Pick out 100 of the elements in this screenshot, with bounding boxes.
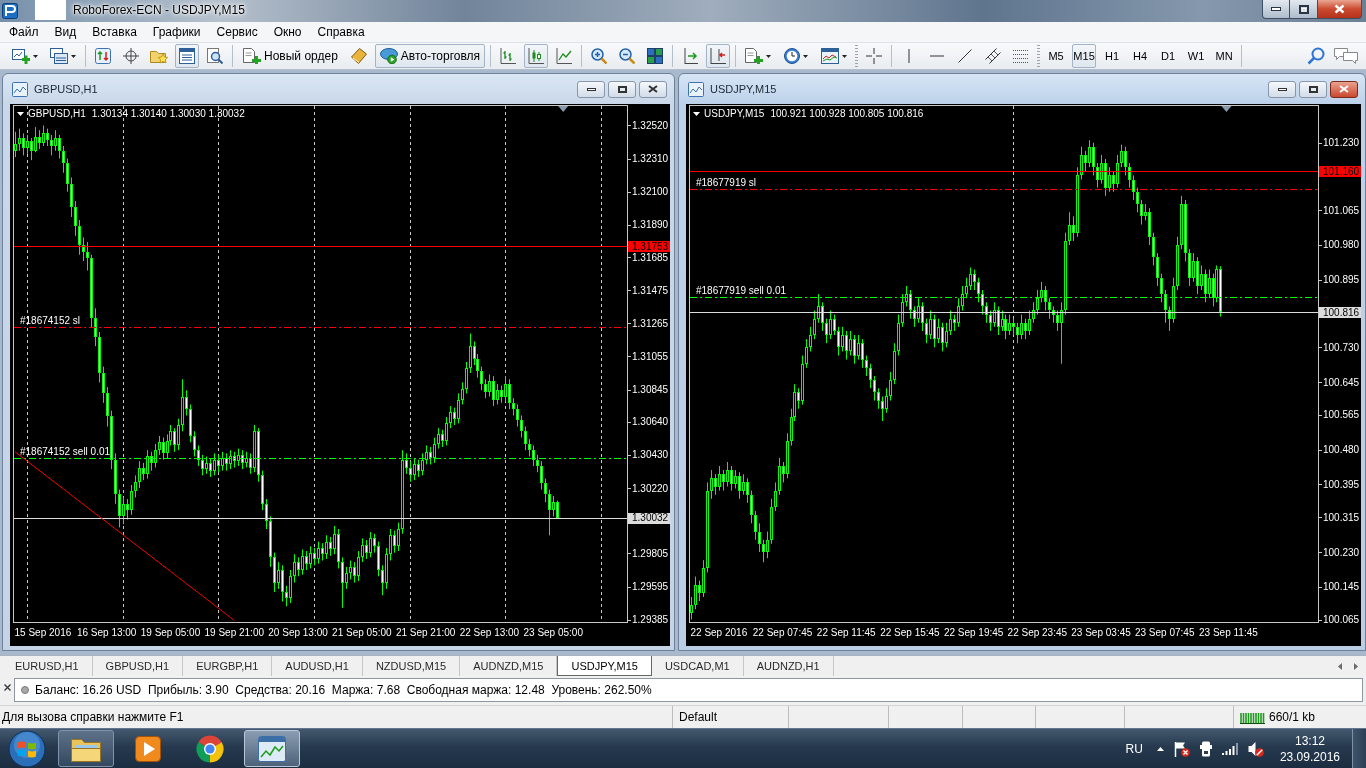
terminal-button[interactable] bbox=[175, 44, 199, 68]
time-label: 22 Sep 07:45 bbox=[752, 627, 813, 638]
timeframe-button[interactable]: H1 bbox=[1100, 44, 1125, 68]
order-label: #18674152 sl bbox=[20, 314, 81, 326]
candle-wick bbox=[1209, 269, 1210, 299]
candle-wick bbox=[994, 301, 995, 328]
minimize-button[interactable] bbox=[1262, 0, 1290, 19]
candle-wick bbox=[334, 525, 335, 555]
candle-wick bbox=[59, 134, 60, 160]
time-label: 23 Sep 07:45 bbox=[1135, 627, 1195, 638]
menu-item[interactable]: Вставка bbox=[84, 22, 145, 42]
candle-wick bbox=[374, 533, 375, 554]
restore-button[interactable] bbox=[1299, 80, 1327, 98]
auto-trading-button[interactable]: Авто-торговля bbox=[374, 44, 486, 68]
up-arrow-icon[interactable] bbox=[1156, 746, 1164, 751]
candle-wick bbox=[1193, 252, 1194, 283]
file-explorer-button[interactable] bbox=[58, 730, 114, 767]
candle-wick bbox=[814, 310, 815, 340]
close-button[interactable] bbox=[639, 80, 667, 98]
chart-shift-button[interactable] bbox=[706, 44, 731, 68]
candle-wick bbox=[938, 318, 939, 344]
candle-wick bbox=[282, 564, 283, 602]
close-button[interactable] bbox=[1318, 0, 1362, 19]
candle-wick bbox=[958, 297, 959, 328]
candle-wick bbox=[553, 495, 554, 517]
candle-wick bbox=[830, 310, 831, 340]
menu-item[interactable]: Сервис bbox=[208, 22, 266, 42]
candle-wick bbox=[302, 549, 303, 576]
new-order-button[interactable]: Новый ордер bbox=[238, 44, 343, 68]
candle-wick bbox=[151, 451, 152, 472]
candle-wick bbox=[477, 353, 478, 379]
close-icon[interactable] bbox=[3, 684, 11, 691]
maximize-button[interactable] bbox=[1290, 0, 1318, 19]
candle-wick bbox=[71, 177, 72, 218]
candle-wick bbox=[978, 277, 979, 303]
show-desktop-button[interactable] bbox=[1352, 729, 1366, 768]
app-logo-icon bbox=[2, 3, 18, 19]
price-label: 1.31685 bbox=[632, 251, 669, 263]
caret-icon bbox=[766, 54, 772, 58]
trading-app-button[interactable] bbox=[244, 730, 300, 767]
time-label: 23 Sep 11:45 bbox=[1199, 627, 1258, 638]
shift-marker-icon[interactable] bbox=[1221, 106, 1232, 112]
timeframe-button[interactable]: M5 bbox=[1044, 44, 1069, 68]
menu-item[interactable]: Справка bbox=[309, 22, 373, 42]
timeframe-button[interactable]: H4 bbox=[1128, 44, 1153, 68]
candle-wick bbox=[107, 386, 108, 428]
filled-bars-button[interactable] bbox=[524, 44, 549, 68]
shift-marker-icon[interactable] bbox=[558, 106, 569, 112]
diamond-icon bbox=[350, 48, 367, 64]
candle-wick bbox=[1041, 281, 1042, 303]
menu-item[interactable]: Графики bbox=[144, 22, 209, 42]
candle-wick bbox=[310, 545, 311, 569]
clock-icon bbox=[784, 48, 801, 64]
candle-wick bbox=[75, 200, 76, 237]
flag-icon[interactable] bbox=[1173, 740, 1190, 757]
device-icon[interactable] bbox=[1199, 740, 1212, 757]
candle-wick bbox=[358, 550, 359, 582]
timeframe-button[interactable]: M15 bbox=[1072, 44, 1097, 68]
candle-wick bbox=[194, 430, 195, 457]
language-indicator[interactable]: RU bbox=[1125, 741, 1143, 756]
candle-wick bbox=[541, 460, 542, 491]
price-label: 100.145 bbox=[1323, 581, 1360, 593]
candle-wick bbox=[545, 478, 546, 503]
profile-name: Default bbox=[679, 710, 718, 724]
candle-wick bbox=[278, 561, 279, 590]
menu-item[interactable]: Вид bbox=[46, 22, 85, 42]
candle-wick bbox=[131, 484, 132, 516]
scroll-left-icon[interactable] bbox=[1338, 662, 1342, 670]
clock-date[interactable]: 23.09.2016 bbox=[1279, 748, 1340, 765]
candle-wick bbox=[410, 460, 411, 483]
minimize-button[interactable] bbox=[577, 80, 605, 98]
timeframe-button[interactable]: MN bbox=[1212, 44, 1237, 68]
candle-wick bbox=[858, 334, 859, 361]
close-button[interactable] bbox=[1330, 80, 1358, 98]
candle-wick bbox=[810, 326, 811, 352]
candle-wick bbox=[362, 537, 363, 563]
signal-bars-icon[interactable] bbox=[1221, 742, 1238, 755]
candle-wick bbox=[294, 553, 295, 584]
menu-item[interactable]: Файл bbox=[1, 22, 47, 42]
restore-icon bbox=[1298, 4, 1309, 14]
candle-wick bbox=[806, 338, 807, 369]
triangle-toggle-icon[interactable] bbox=[17, 112, 24, 116]
scroll-right-icon[interactable] bbox=[1354, 662, 1358, 670]
candle-wick bbox=[222, 451, 223, 472]
candle-wick bbox=[127, 498, 128, 521]
timeframe-button[interactable]: W1 bbox=[1184, 44, 1209, 68]
menu-item[interactable]: Окно bbox=[265, 22, 310, 42]
muted-speaker-icon[interactable] bbox=[1247, 740, 1264, 757]
crosshair-icon bbox=[123, 48, 139, 64]
timeframe-button[interactable]: D1 bbox=[1156, 44, 1181, 68]
price-label: 100.230 bbox=[1323, 546, 1360, 558]
candle-wick bbox=[1069, 211, 1070, 246]
time-label: 22 Sep 2016 bbox=[690, 627, 748, 638]
minimize-button[interactable] bbox=[1268, 80, 1296, 98]
restore-button[interactable] bbox=[608, 80, 636, 98]
triangle-toggle-icon[interactable] bbox=[693, 112, 700, 116]
clock-time[interactable]: 13:12 bbox=[1294, 732, 1325, 749]
candle-wick bbox=[485, 378, 486, 399]
caret-icon bbox=[803, 54, 809, 58]
chart-tab[interactable]: USDJPY,M15 bbox=[557, 656, 652, 676]
